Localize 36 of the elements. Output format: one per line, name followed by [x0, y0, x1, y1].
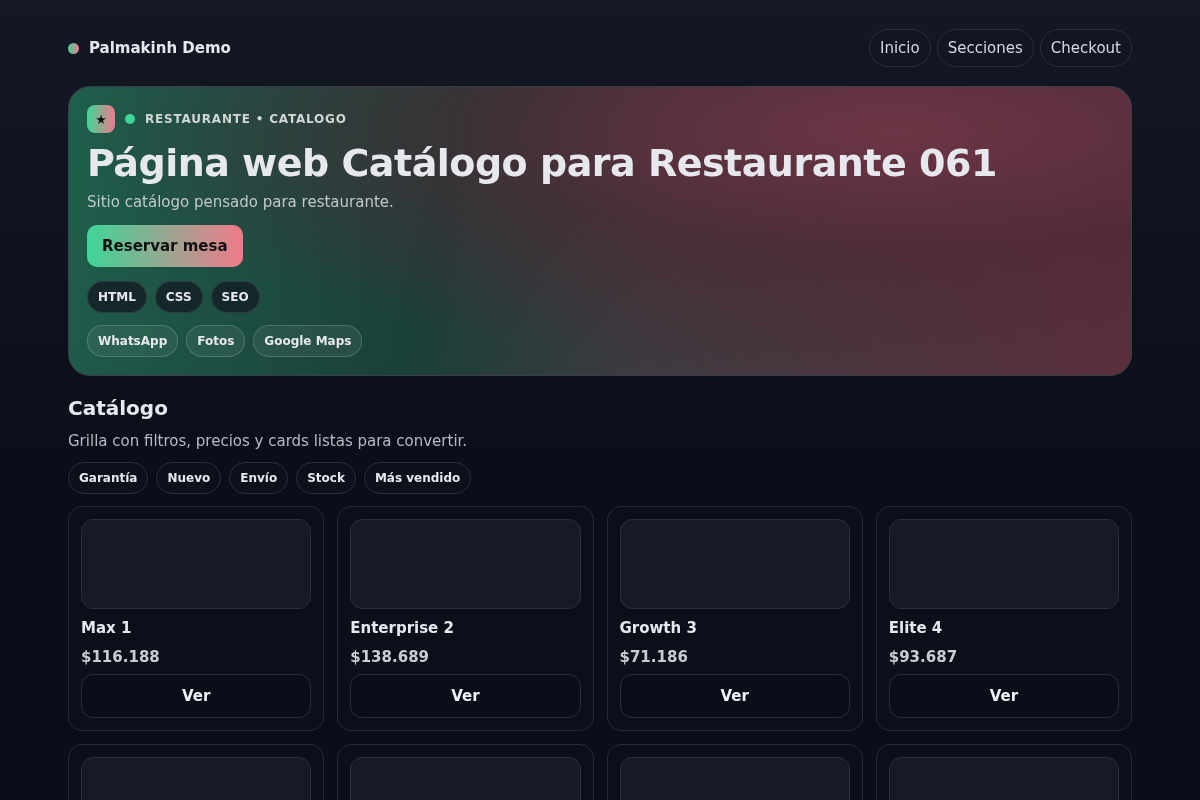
filter-chip[interactable]: Más vendido [363, 461, 472, 494]
hero-title: Página web Catálogo para Restaurante 061 [87, 141, 998, 187]
view-button[interactable]: Ver [888, 673, 1119, 718]
feature-tag: Fotos [186, 324, 246, 357]
logo-dot-icon [68, 42, 79, 54]
star-badge: ★ [87, 105, 115, 133]
product-name: Growth 3 [619, 618, 698, 637]
view-button[interactable]: Ver [619, 673, 850, 718]
nav-link[interactable]: Checkout [1039, 29, 1132, 67]
product-name: Enterprise 2 [350, 618, 455, 637]
nav-link[interactable]: Secciones [936, 29, 1034, 67]
tech-tag: SEO [210, 280, 260, 313]
tech-tag: CSS [154, 280, 203, 313]
view-button[interactable]: Ver [350, 673, 581, 718]
product-name: Max 1 [81, 618, 133, 637]
status-dot-icon [125, 114, 135, 124]
nav-link[interactable]: Inicio [868, 29, 931, 67]
feature-tag: WhatsApp [87, 324, 179, 357]
feature-tag: Google Maps [253, 324, 363, 357]
section-title: Catálogo [68, 395, 169, 420]
product-name: Elite 4 [888, 618, 944, 637]
filter-chip[interactable]: Garantía [68, 461, 149, 494]
product-price: $138.689 [350, 647, 430, 666]
product-price: $71.186 [619, 647, 689, 666]
product-price: $93.687 [888, 647, 959, 666]
tech-tag: HTML [87, 280, 147, 313]
product-price: $116.188 [81, 647, 161, 666]
view-button[interactable]: Ver [81, 673, 312, 718]
eyebrow-text: RESTAURANTE • CATALOGO [145, 112, 347, 126]
section-subtitle: Grilla con filtros, precios y cards listas para convertir. [68, 431, 469, 450]
filter-chip[interactable]: Envío [229, 461, 289, 494]
hero-subtitle: Sitio catálogo pensado para restaurante. [87, 192, 395, 211]
filter-chip[interactable]: Nuevo [156, 461, 222, 494]
reserve-button[interactable]: Reservar mesa [87, 224, 243, 267]
brand-name[interactable]: Palmakinh Demo [89, 39, 231, 57]
filter-chip[interactable]: Stock [296, 461, 356, 494]
